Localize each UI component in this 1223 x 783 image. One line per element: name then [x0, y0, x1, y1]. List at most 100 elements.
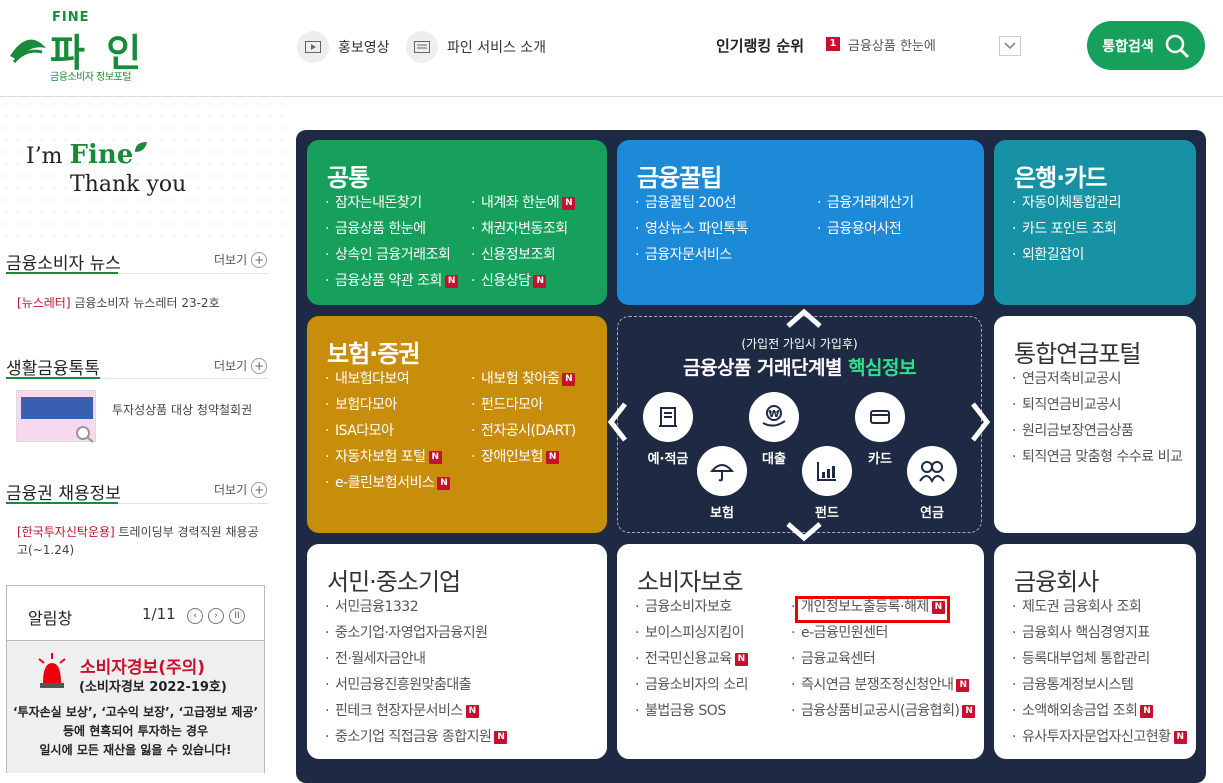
card-bank-title[interactable]: 은행·카드: [1014, 158, 1107, 193]
common-link[interactable]: 채권자변동조회: [471, 216, 575, 242]
card-company-title[interactable]: 금융회사: [1014, 562, 1099, 597]
consumer-link[interactable]: 보이스피싱지킴이: [635, 620, 748, 646]
company-link[interactable]: 유사투자자문업자신고현황N: [1012, 724, 1187, 750]
tips-link[interactable]: 금융자문서비스: [635, 242, 748, 268]
tips-link[interactable]: 금융꿀팁 200선: [635, 190, 748, 216]
jobs-tag: [한국투자신탁운용]: [17, 525, 115, 539]
common-link[interactable]: 금융상품 한눈에: [325, 216, 458, 242]
common-link[interactable]: 금융상품 약관 조회N: [325, 268, 458, 294]
smb-link[interactable]: 중소기업·자영업자금융지원: [325, 620, 507, 646]
chevron-right-icon[interactable]: [971, 402, 991, 442]
fund-label: 펀드: [815, 506, 839, 521]
consumer-link[interactable]: 개인정보노출등록·해제N: [791, 594, 975, 620]
smb-link[interactable]: 서민금융진흥원맞춤대출: [325, 672, 507, 698]
logo[interactable]: FINE 파 인 금융소비자 정보포털: [6, 10, 146, 85]
integrated-search-button[interactable]: 통합검색: [1087, 21, 1205, 70]
smb-link[interactable]: 전·월세자금안내: [325, 646, 507, 672]
bank-link[interactable]: 카드 포인트 조회: [1012, 216, 1121, 242]
ranking-label: 인기랭킹 순위: [716, 37, 805, 55]
chevron-left-icon[interactable]: [607, 402, 627, 442]
card-consumer-title[interactable]: 소비자보호: [637, 562, 743, 597]
consumer-news-title[interactable]: 금융소비자 뉴스: [6, 249, 121, 274]
card-insurance-title[interactable]: 보험·증권: [327, 334, 420, 369]
bank-link[interactable]: 외환길잡이: [1012, 242, 1121, 268]
tips-link[interactable]: 금융용어사전: [817, 216, 914, 242]
consumer-link[interactable]: 전국민신용교육N: [635, 646, 748, 672]
notice-panel: 알림창 1/11 ‹ › II 소비자경보(주의) (소비자경보 2022-19…: [6, 585, 265, 773]
company-link[interactable]: 등록대부업체 통합관리: [1012, 646, 1187, 672]
service-intro-link[interactable]: 파인 서비스 소개: [406, 31, 546, 63]
fund-item[interactable]: 펀드: [802, 446, 852, 521]
card-common-title[interactable]: 공통: [327, 158, 370, 193]
promo-video-link[interactable]: 홍보영상: [297, 31, 390, 63]
consumer-link[interactable]: 금융소비자보호: [635, 594, 748, 620]
pension-link[interactable]: 퇴직연금비교공시: [1012, 392, 1182, 418]
company-link[interactable]: 소액해외송금업 조회N: [1012, 698, 1187, 724]
ranking-dropdown-button[interactable]: [999, 36, 1021, 56]
insurance-link[interactable]: 펀드다모아: [471, 392, 576, 418]
insurance-link[interactable]: 자동차보험 포털N: [325, 444, 450, 470]
common-link[interactable]: 잠자는내돈찾기: [325, 190, 458, 216]
bank-link[interactable]: 자동이체통합관리: [1012, 190, 1122, 216]
card-item[interactable]: 카드: [855, 392, 905, 467]
insurance-item[interactable]: 보험: [697, 446, 747, 521]
company-link[interactable]: 금융회사 핵심경영지표: [1012, 620, 1187, 646]
consumer-link[interactable]: 금융교육센터: [791, 646, 975, 672]
common-link[interactable]: 내계좌 한눈에N: [471, 190, 576, 216]
life-finance-thumbnail[interactable]: [16, 390, 96, 443]
new-badge-icon: N: [545, 450, 559, 464]
insurance-link[interactable]: 내보험 찾아줌N: [471, 366, 576, 392]
company-link[interactable]: 금융통계정보시스템: [1012, 672, 1187, 698]
prev-icon[interactable]: ‹: [187, 608, 203, 624]
tips-link[interactable]: 영상뉴스 파인톡톡: [635, 216, 748, 242]
consumer-link[interactable]: 불법금융 SOS: [635, 698, 748, 724]
loan-item[interactable]: ₩ 대출: [749, 392, 799, 467]
insurance-link[interactable]: 장애인보험N: [471, 444, 576, 470]
pension-link[interactable]: 원리금보장연금상품: [1012, 418, 1182, 444]
search-icon: [1165, 34, 1189, 58]
ranking-ticker[interactable]: 1 금융상품 한눈에: [826, 35, 988, 53]
common-link[interactable]: 상속인 금융거래조회: [325, 242, 458, 268]
consumer-news-more[interactable]: 더보기 +: [214, 251, 268, 268]
next-icon[interactable]: ›: [208, 608, 224, 624]
smb-link[interactable]: 서민금융1332: [325, 594, 507, 620]
news-item[interactable]: [뉴스레터] 금융소비자 뉴스레터 23-2호: [17, 294, 267, 312]
jobs-more[interactable]: 더보기 +: [214, 481, 268, 498]
card-tips-title[interactable]: 금융꿀팁: [637, 158, 722, 193]
insurance-link[interactable]: 전자공시(DART): [471, 418, 576, 444]
chevron-up-icon[interactable]: [786, 308, 822, 328]
loan-label: 대출: [762, 452, 786, 467]
deposit-item[interactable]: 예·적금: [643, 392, 693, 467]
chevron-down-icon[interactable]: [786, 522, 822, 542]
consumer-link[interactable]: e-금융민원센터: [791, 620, 975, 646]
jobs-item[interactable]: [한국투자신탁운용] 트레이딩부 경력직원 채용공고(~1.24): [17, 523, 267, 559]
consumer-link[interactable]: 금융소비자의 소리: [635, 672, 748, 698]
life-finance-text[interactable]: 투자성상품 대상 청약철회권: [112, 401, 262, 419]
ranking-text: 금융상품 한눈에: [848, 39, 936, 53]
notice-banner[interactable]: 소비자경보(주의) (소비자경보 2022-19호) ‘투자손실 보상’, ‘고…: [7, 641, 264, 773]
consumer-link[interactable]: 즉시연금 분쟁조정신청안내N: [791, 672, 975, 698]
pension-link[interactable]: 퇴직연금 맞춤형 수수료 비교: [1012, 444, 1183, 470]
card-pension-title[interactable]: 통합연금포털: [1014, 334, 1141, 369]
insurance-link[interactable]: e-클린보험서비스N: [325, 470, 451, 496]
card-smb-title[interactable]: 서민·중소기업: [327, 562, 461, 597]
common-link[interactable]: 신용상담N: [471, 268, 575, 294]
life-finance-more[interactable]: 더보기 +: [214, 357, 268, 374]
won-hand-icon: ₩: [749, 392, 799, 442]
smb-link[interactable]: 중소기업 직접금융 종합지원N: [325, 724, 508, 750]
jobs-title[interactable]: 금융권 채용정보: [6, 479, 121, 504]
insurance-link[interactable]: ISA다모아: [325, 418, 450, 444]
smb-link[interactable]: 핀테크 현장자문서비스N: [325, 698, 507, 724]
company-link[interactable]: 제도권 금융회사 조회: [1012, 594, 1187, 620]
insurance-link[interactable]: 보험다모아: [325, 392, 450, 418]
pause-icon[interactable]: II: [229, 608, 245, 624]
common-link[interactable]: 신용정보조회: [471, 242, 575, 268]
tips-link[interactable]: 금융거래계산기: [817, 190, 914, 216]
life-finance-title[interactable]: 생활금융톡톡: [6, 354, 100, 379]
search-label: 통합검색: [1102, 38, 1154, 55]
pension-link[interactable]: 연금저축비교공시: [1012, 366, 1182, 392]
notice-desc-3: 일시에 모든 재산을 잃을 수 있습니다!: [39, 743, 232, 757]
pension-item[interactable]: 연금: [907, 446, 957, 521]
consumer-link[interactable]: 금융상품비교공시(금융협회)N: [791, 698, 976, 724]
insurance-link[interactable]: 내보험다보여: [325, 366, 450, 392]
